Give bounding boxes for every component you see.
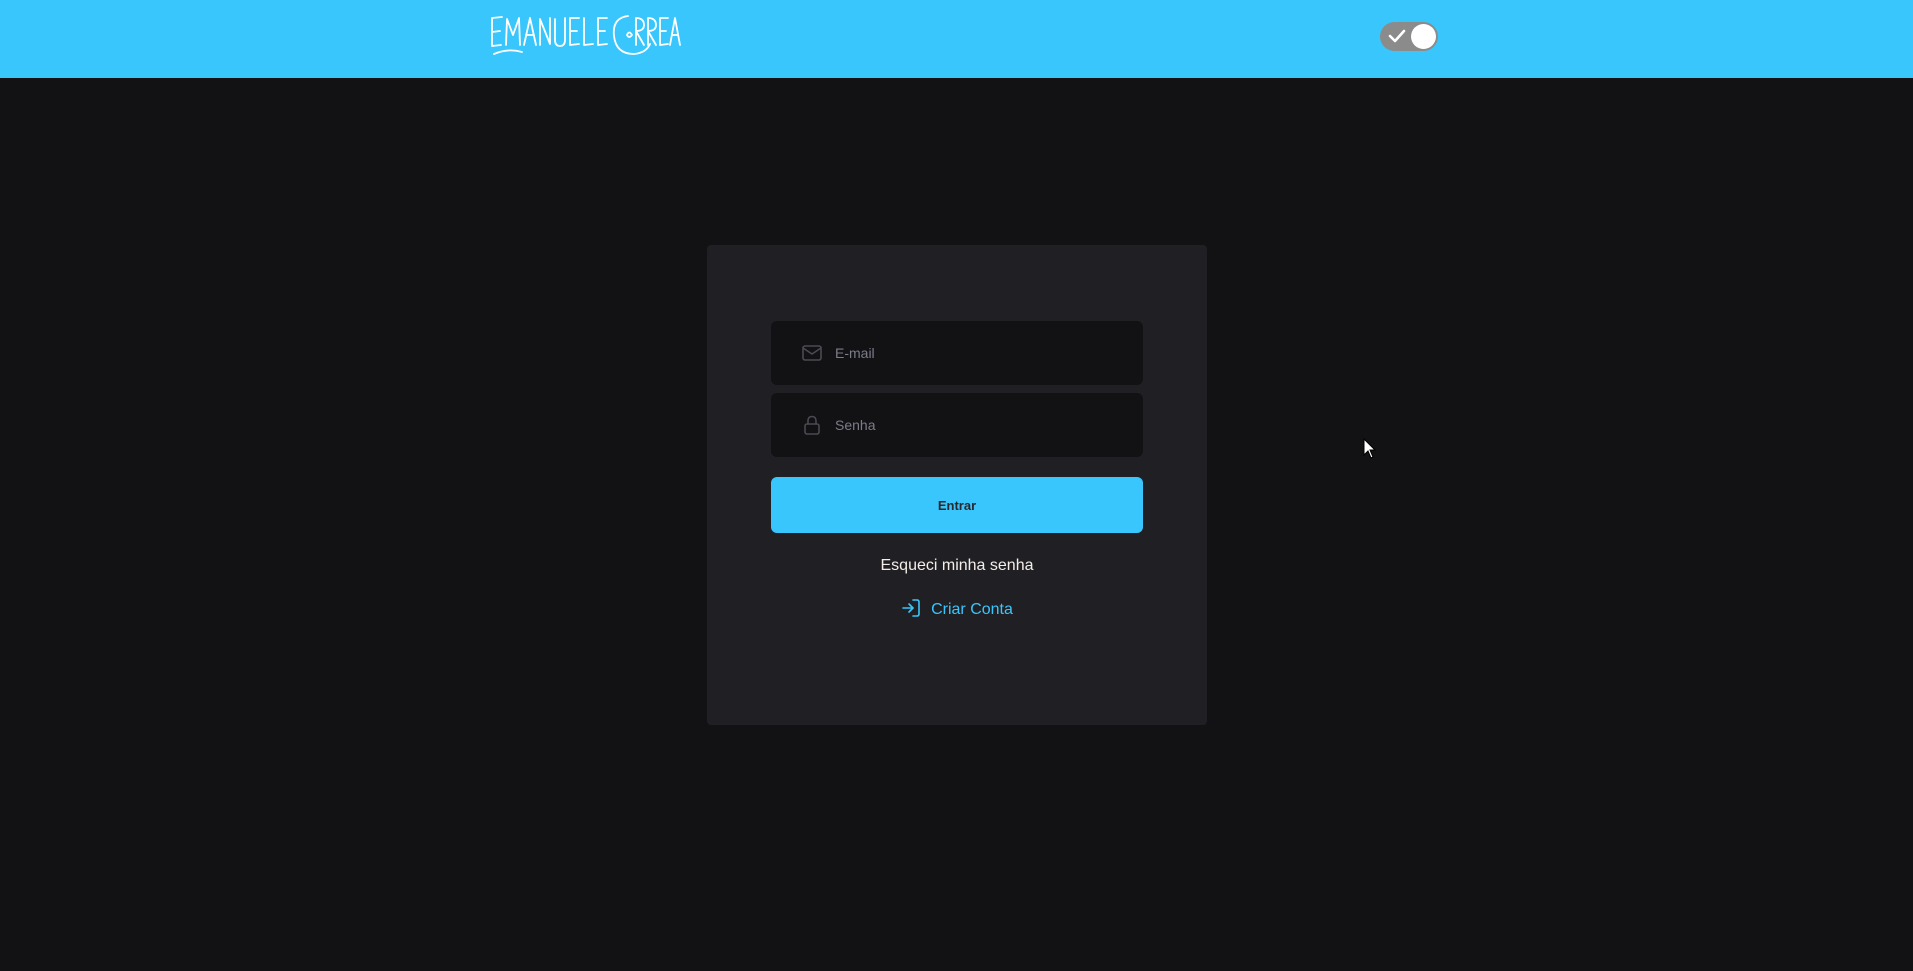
email-field[interactable] [835, 345, 1125, 361]
top-header [0, 0, 1913, 78]
password-field[interactable] [835, 417, 1125, 433]
forgot-password-link[interactable]: Esqueci minha senha [707, 557, 1207, 575]
login-button[interactable]: Entrar [771, 477, 1143, 533]
toggle-knob [1411, 24, 1436, 49]
login-card: Entrar Esqueci minha senha Criar Conta [707, 245, 1207, 725]
mail-icon [802, 345, 822, 361]
brand-logo[interactable] [488, 8, 682, 58]
password-field-container [771, 393, 1143, 457]
lock-icon [804, 415, 820, 435]
theme-toggle[interactable] [1380, 22, 1438, 51]
mouse-cursor-icon [1363, 438, 1377, 459]
create-account-link[interactable]: Criar Conta [707, 599, 1207, 619]
log-in-icon [902, 599, 920, 617]
create-account-label: Criar Conta [931, 601, 1013, 618]
check-icon [1388, 29, 1406, 43]
email-field-container [771, 321, 1143, 385]
